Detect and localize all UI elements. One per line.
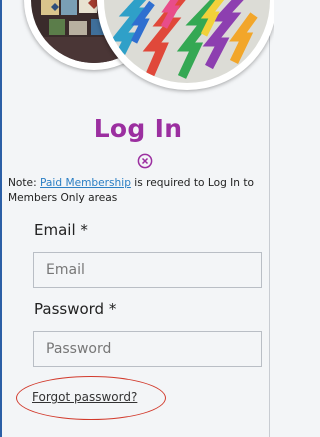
email-field[interactable] bbox=[33, 252, 262, 288]
quilt-image-right bbox=[97, 0, 274, 90]
password-label: Password * bbox=[34, 300, 117, 318]
note-prefix: Note: bbox=[8, 177, 41, 189]
paid-membership-link[interactable]: Paid Membership bbox=[40, 177, 131, 189]
forgot-password-link[interactable]: Forgot password? bbox=[32, 390, 137, 404]
close-circle-icon[interactable] bbox=[137, 153, 153, 169]
quilt-images bbox=[2, 0, 274, 100]
page-title: Log In bbox=[93, 114, 183, 143]
login-panel: Log In Note: Paid Membership is required… bbox=[0, 0, 274, 437]
membership-note: Note: Paid Membership is required to Log… bbox=[8, 176, 270, 206]
password-field[interactable] bbox=[33, 331, 262, 367]
email-label: Email * bbox=[34, 221, 88, 239]
